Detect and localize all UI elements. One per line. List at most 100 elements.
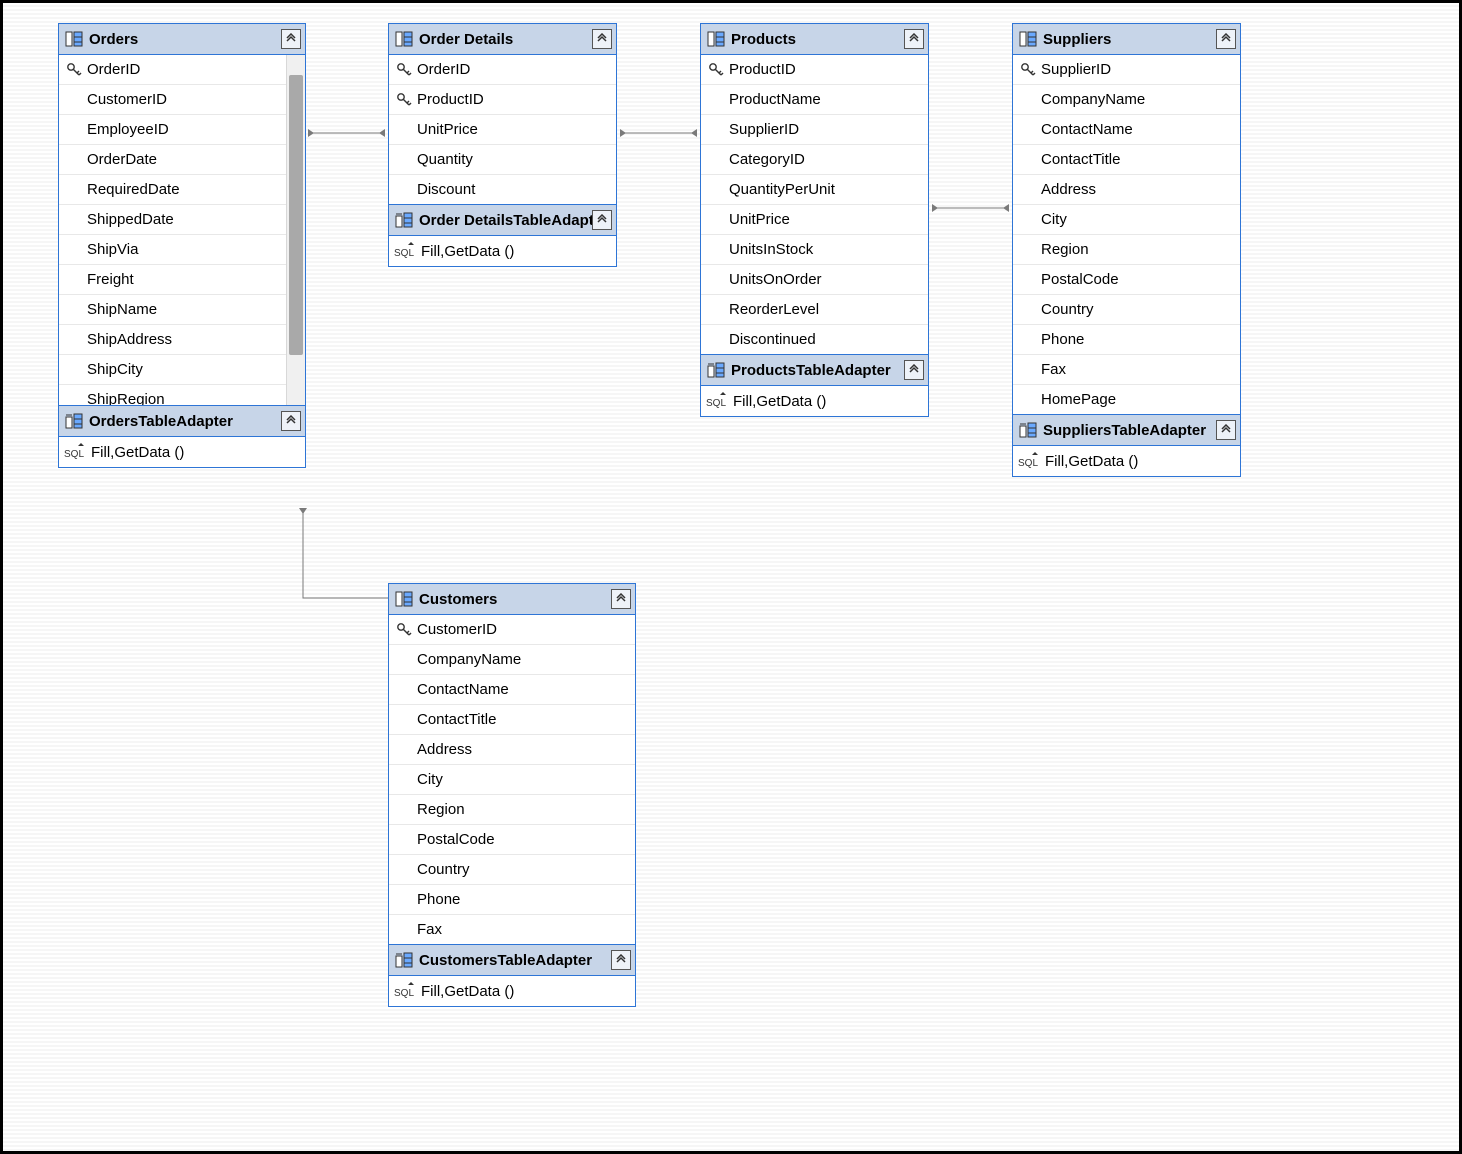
column-name: Discount <box>415 181 475 198</box>
column-row[interactable]: Region <box>1013 235 1240 265</box>
column-row[interactable]: PostalCode <box>389 825 635 855</box>
scrollbar[interactable] <box>286 55 305 405</box>
column-row[interactable]: CompanyName <box>1013 85 1240 115</box>
adapter-header[interactable]: SuppliersTableAdapter <box>1013 414 1240 446</box>
column-row[interactable]: QuantityPerUnit <box>701 175 928 205</box>
adapter-header[interactable]: Order DetailsTableAdapter <box>389 204 616 236</box>
column-row[interactable]: ContactTitle <box>1013 145 1240 175</box>
column-row[interactable]: Region <box>389 795 635 825</box>
columns-list[interactable]: CustomerIDCompanyNameContactNameContactT… <box>389 615 635 944</box>
column-row[interactable]: ShipName <box>59 295 305 325</box>
column-row[interactable]: Discount <box>389 175 616 204</box>
column-row[interactable]: ShipVia <box>59 235 305 265</box>
sql-icon: SQL <box>705 390 731 412</box>
table-title: Customers <box>419 591 611 608</box>
column-row[interactable]: UnitsOnOrder <box>701 265 928 295</box>
collapse-icon[interactable] <box>611 950 631 970</box>
column-row[interactable]: City <box>1013 205 1240 235</box>
columns-list[interactable]: SupplierIDCompanyNameContactNameContactT… <box>1013 55 1240 414</box>
column-row[interactable]: Country <box>1013 295 1240 325</box>
column-row[interactable]: HomePage <box>1013 385 1240 414</box>
column-row[interactable]: OrderID <box>59 55 305 85</box>
adapter-method[interactable]: SQL Fill,GetData () <box>701 386 928 416</box>
column-row[interactable]: City <box>389 765 635 795</box>
column-row[interactable]: UnitsInStock <box>701 235 928 265</box>
column-row[interactable]: Quantity <box>389 145 616 175</box>
column-row[interactable]: ReorderLevel <box>701 295 928 325</box>
column-row[interactable]: PostalCode <box>1013 265 1240 295</box>
column-row[interactable]: CompanyName <box>389 645 635 675</box>
column-row[interactable]: ShipCity <box>59 355 305 385</box>
tableadapter-icon <box>705 359 727 381</box>
table-header[interactable]: Order Details <box>389 24 616 55</box>
collapse-icon[interactable] <box>611 589 631 609</box>
collapse-icon[interactable] <box>281 411 301 431</box>
column-row[interactable]: ProductID <box>389 85 616 115</box>
dataset-designer-canvas[interactable]: Orders OrderIDCustomerIDEmployeeIDOrderD… <box>0 0 1462 1154</box>
column-row[interactable]: Fax <box>389 915 635 944</box>
collapse-icon[interactable] <box>904 29 924 49</box>
column-row[interactable]: RequiredDate <box>59 175 305 205</box>
column-row[interactable]: ProductName <box>701 85 928 115</box>
collapse-icon[interactable] <box>592 210 612 230</box>
primary-key-icon <box>393 622 415 638</box>
relation-products-suppliers <box>932 198 1009 218</box>
adapter-header[interactable]: CustomersTableAdapter <box>389 944 635 976</box>
scrollbar-thumb[interactable] <box>289 75 303 355</box>
adapter-method[interactable]: SQL Fill,GetData () <box>1013 446 1240 476</box>
column-row[interactable]: OrderID <box>389 55 616 85</box>
column-row[interactable]: UnitPrice <box>389 115 616 145</box>
table-suppliers[interactable]: Suppliers SupplierIDCompanyNameContactNa… <box>1012 23 1241 477</box>
column-name: ProductID <box>727 61 796 78</box>
column-row[interactable]: UnitPrice <box>701 205 928 235</box>
column-row[interactable]: OrderDate <box>59 145 305 175</box>
column-row[interactable]: ShippedDate <box>59 205 305 235</box>
column-row[interactable]: Freight <box>59 265 305 295</box>
column-row[interactable]: CustomerID <box>59 85 305 115</box>
column-row[interactable]: Address <box>1013 175 1240 205</box>
table-header[interactable]: Products <box>701 24 928 55</box>
collapse-icon[interactable] <box>1216 29 1236 49</box>
column-row[interactable]: SupplierID <box>1013 55 1240 85</box>
columns-list[interactable]: ProductID ProductNameSupplierIDCategoryID… <box>701 55 928 354</box>
adapter-method[interactable]: SQL Fill,GetData () <box>59 437 305 467</box>
collapse-icon[interactable] <box>904 360 924 380</box>
primary-key-icon <box>705 62 727 78</box>
table-header[interactable]: Customers <box>389 584 635 615</box>
columns-list[interactable]: OrderIDCustomerIDEmployeeIDOrderDateRequ… <box>59 55 305 405</box>
column-row[interactable]: ProductID <box>701 55 928 85</box>
collapse-icon[interactable] <box>281 29 301 49</box>
column-row[interactable]: Address <box>389 735 635 765</box>
column-row[interactable]: Phone <box>389 885 635 915</box>
collapse-icon[interactable] <box>592 29 612 49</box>
column-row[interactable]: CategoryID <box>701 145 928 175</box>
table-header[interactable]: Suppliers <box>1013 24 1240 55</box>
column-row[interactable]: ShipAddress <box>59 325 305 355</box>
column-row[interactable]: SupplierID <box>701 115 928 145</box>
column-row[interactable]: Phone <box>1013 325 1240 355</box>
columns-list[interactable]: OrderID ProductID UnitPriceQuantity Discoun… <box>389 55 616 204</box>
column-name: Fax <box>415 921 442 938</box>
column-name: ReorderLevel <box>727 301 819 318</box>
column-row[interactable]: ContactTitle <box>389 705 635 735</box>
table-header[interactable]: Orders <box>59 24 305 55</box>
adapter-header[interactable]: OrdersTableAdapter <box>59 405 305 437</box>
collapse-icon[interactable] <box>1216 420 1236 440</box>
table-products[interactable]: Products ProductID ProductNameSupplierIDC… <box>700 23 929 417</box>
column-name: PostalCode <box>415 831 495 848</box>
column-row[interactable]: ContactName <box>1013 115 1240 145</box>
adapter-header[interactable]: ProductsTableAdapter <box>701 354 928 386</box>
column-row[interactable]: EmployeeID <box>59 115 305 145</box>
table-orders[interactable]: Orders OrderIDCustomerIDEmployeeIDOrderD… <box>58 23 306 468</box>
adapter-method[interactable]: SQL Fill,GetData () <box>389 236 616 266</box>
table-order-details[interactable]: Order Details OrderID ProductID UnitPriceQ… <box>388 23 617 267</box>
adapter-method[interactable]: SQL Fill,GetData () <box>389 976 635 1006</box>
table-customers[interactable]: Customers CustomerIDCompanyNameContactNa… <box>388 583 636 1007</box>
column-name: ProductID <box>415 91 484 108</box>
column-row[interactable]: ContactName <box>389 675 635 705</box>
column-row[interactable]: Fax <box>1013 355 1240 385</box>
column-row[interactable]: Discontinued <box>701 325 928 354</box>
column-row[interactable]: CustomerID <box>389 615 635 645</box>
column-row[interactable]: ShipRegion <box>59 385 305 405</box>
column-row[interactable]: Country <box>389 855 635 885</box>
